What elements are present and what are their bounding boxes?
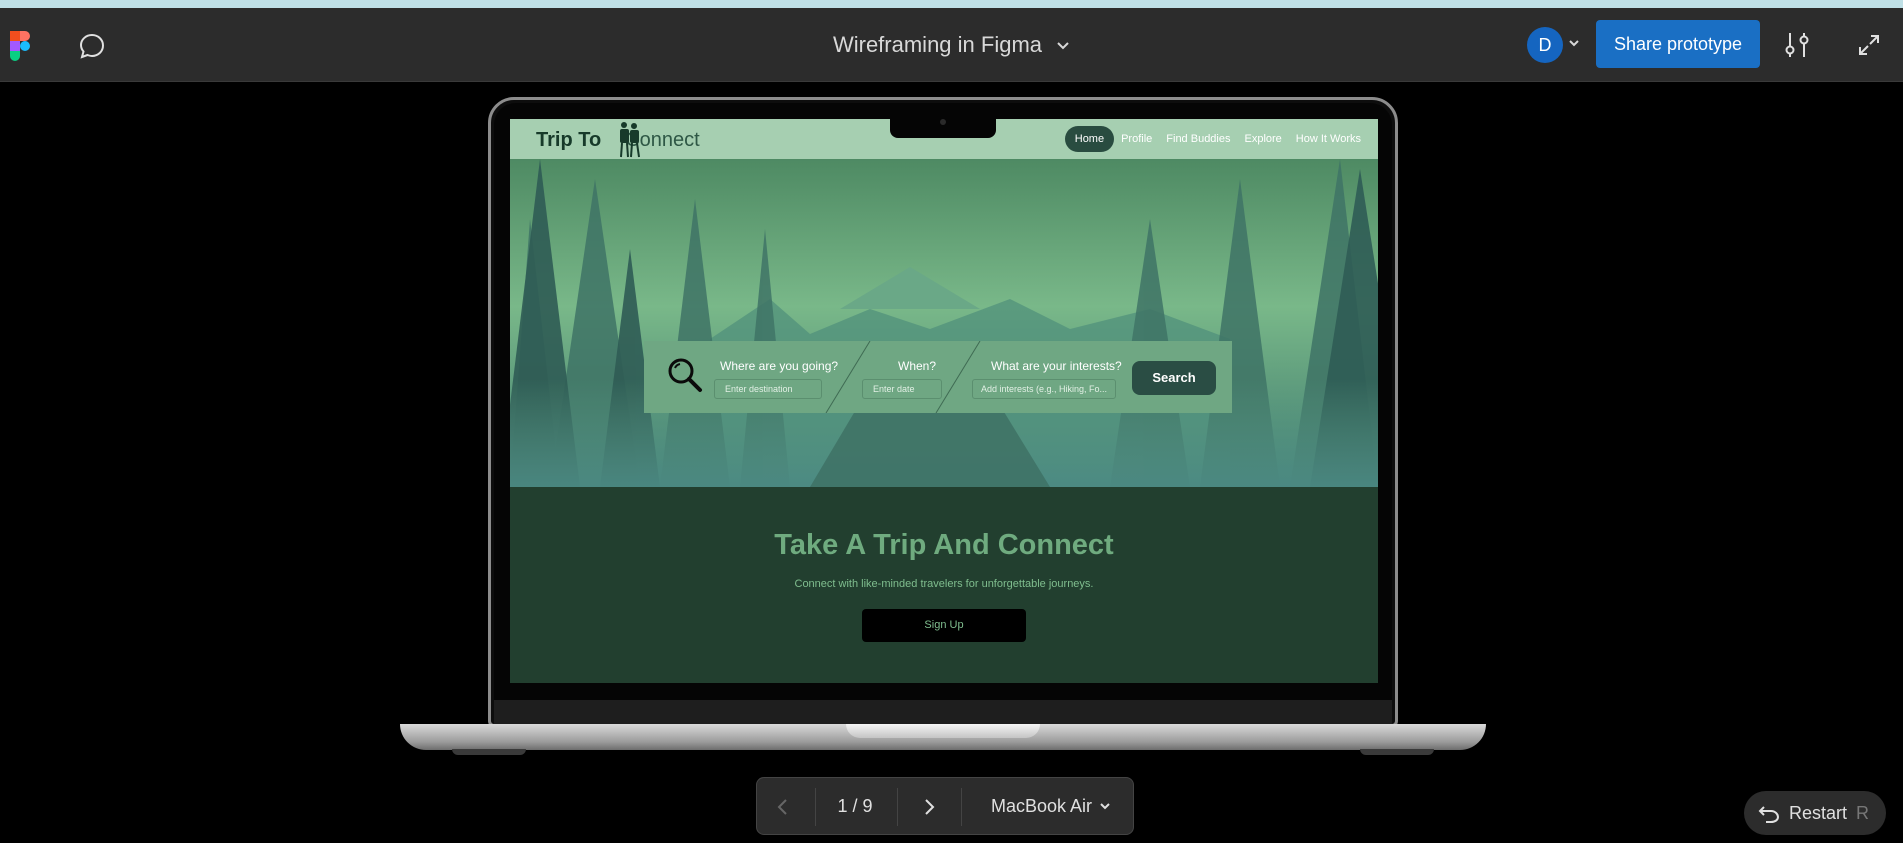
restart-shortcut: R bbox=[1856, 803, 1869, 823]
share-prototype-button[interactable]: Share prototype bbox=[1596, 20, 1760, 68]
laptop-foot bbox=[1360, 749, 1434, 755]
camera-icon bbox=[940, 119, 946, 125]
file-title-text: Wireframing in Figma bbox=[832, 32, 1043, 57]
nav-home[interactable]: Home bbox=[1064, 126, 1115, 152]
prototype-toolbar: Wireframing in Figma D Share prototype bbox=[0, 8, 1903, 82]
search-icon bbox=[668, 358, 702, 392]
trip-search-bar: Where are you going? Enter destination W… bbox=[644, 341, 1232, 413]
avatar[interactable]: D bbox=[1527, 27, 1563, 63]
expand-icon[interactable] bbox=[1856, 32, 1882, 58]
interests-input[interactable]: Add interests (e.g., Hiking, Fo... bbox=[972, 379, 1116, 399]
site-nav-links: Home Profile Find Buddies Explore How It… bbox=[1064, 126, 1368, 152]
chevron-down-icon[interactable] bbox=[1568, 39, 1580, 47]
chevron-right-icon[interactable] bbox=[917, 795, 941, 819]
prototype-screen: Where are you going? Enter destination W… bbox=[510, 119, 1378, 683]
chevron-down-icon[interactable] bbox=[1099, 802, 1111, 810]
when-label: When? bbox=[898, 359, 937, 373]
interests-label: What are your interests? bbox=[991, 359, 1122, 373]
pager-divider bbox=[961, 788, 962, 826]
nav-profile[interactable]: Profile bbox=[1114, 126, 1159, 152]
restart-icon bbox=[1758, 806, 1780, 823]
pager-divider bbox=[897, 788, 898, 826]
hero-forest-background: Where are you going? Enter destination W… bbox=[510, 159, 1378, 487]
divider-line bbox=[825, 341, 871, 413]
laptop-lid-bottom bbox=[494, 700, 1392, 724]
laptop-opening-notch bbox=[846, 724, 1040, 738]
hikers-logo-icon bbox=[620, 122, 640, 158]
restart-button[interactable]: Restart R bbox=[1744, 791, 1886, 835]
restart-label: Restart bbox=[1789, 803, 1848, 823]
divider-line bbox=[935, 341, 981, 413]
device-selector[interactable]: MacBook Air bbox=[991, 796, 1092, 817]
date-input[interactable]: Enter date bbox=[862, 379, 942, 399]
nav-how-it-works[interactable]: How It Works bbox=[1289, 126, 1368, 152]
page-headline: Take A Trip And Connect bbox=[774, 529, 1114, 561]
laptop-foot bbox=[452, 749, 526, 755]
top-accent-bar bbox=[0, 0, 1903, 8]
nav-find-buddies[interactable]: Find Buddies bbox=[1159, 126, 1237, 152]
logo-bold-text: Trip To bbox=[536, 129, 602, 151]
chevron-down-icon bbox=[1057, 42, 1069, 50]
chevron-left-icon[interactable] bbox=[771, 795, 795, 819]
sign-up-button[interactable]: Sign Up bbox=[862, 609, 1026, 642]
nav-explore[interactable]: Explore bbox=[1238, 126, 1289, 152]
page-count: 1 / 9 bbox=[837, 796, 873, 816]
prototype-pager: 1 / 9 MacBook Air bbox=[756, 777, 1134, 835]
page-subheadline: Connect with like-minded travelers for u… bbox=[794, 578, 1094, 590]
destination-input[interactable]: Enter destination bbox=[714, 379, 822, 399]
forest-illustration bbox=[510, 159, 1378, 487]
search-button[interactable]: Search bbox=[1132, 361, 1216, 395]
intro-section: Take A Trip And Connect Connect with lik… bbox=[510, 487, 1378, 683]
destination-label: Where are you going? bbox=[720, 359, 839, 373]
settings-sliders-icon[interactable] bbox=[1782, 30, 1812, 60]
